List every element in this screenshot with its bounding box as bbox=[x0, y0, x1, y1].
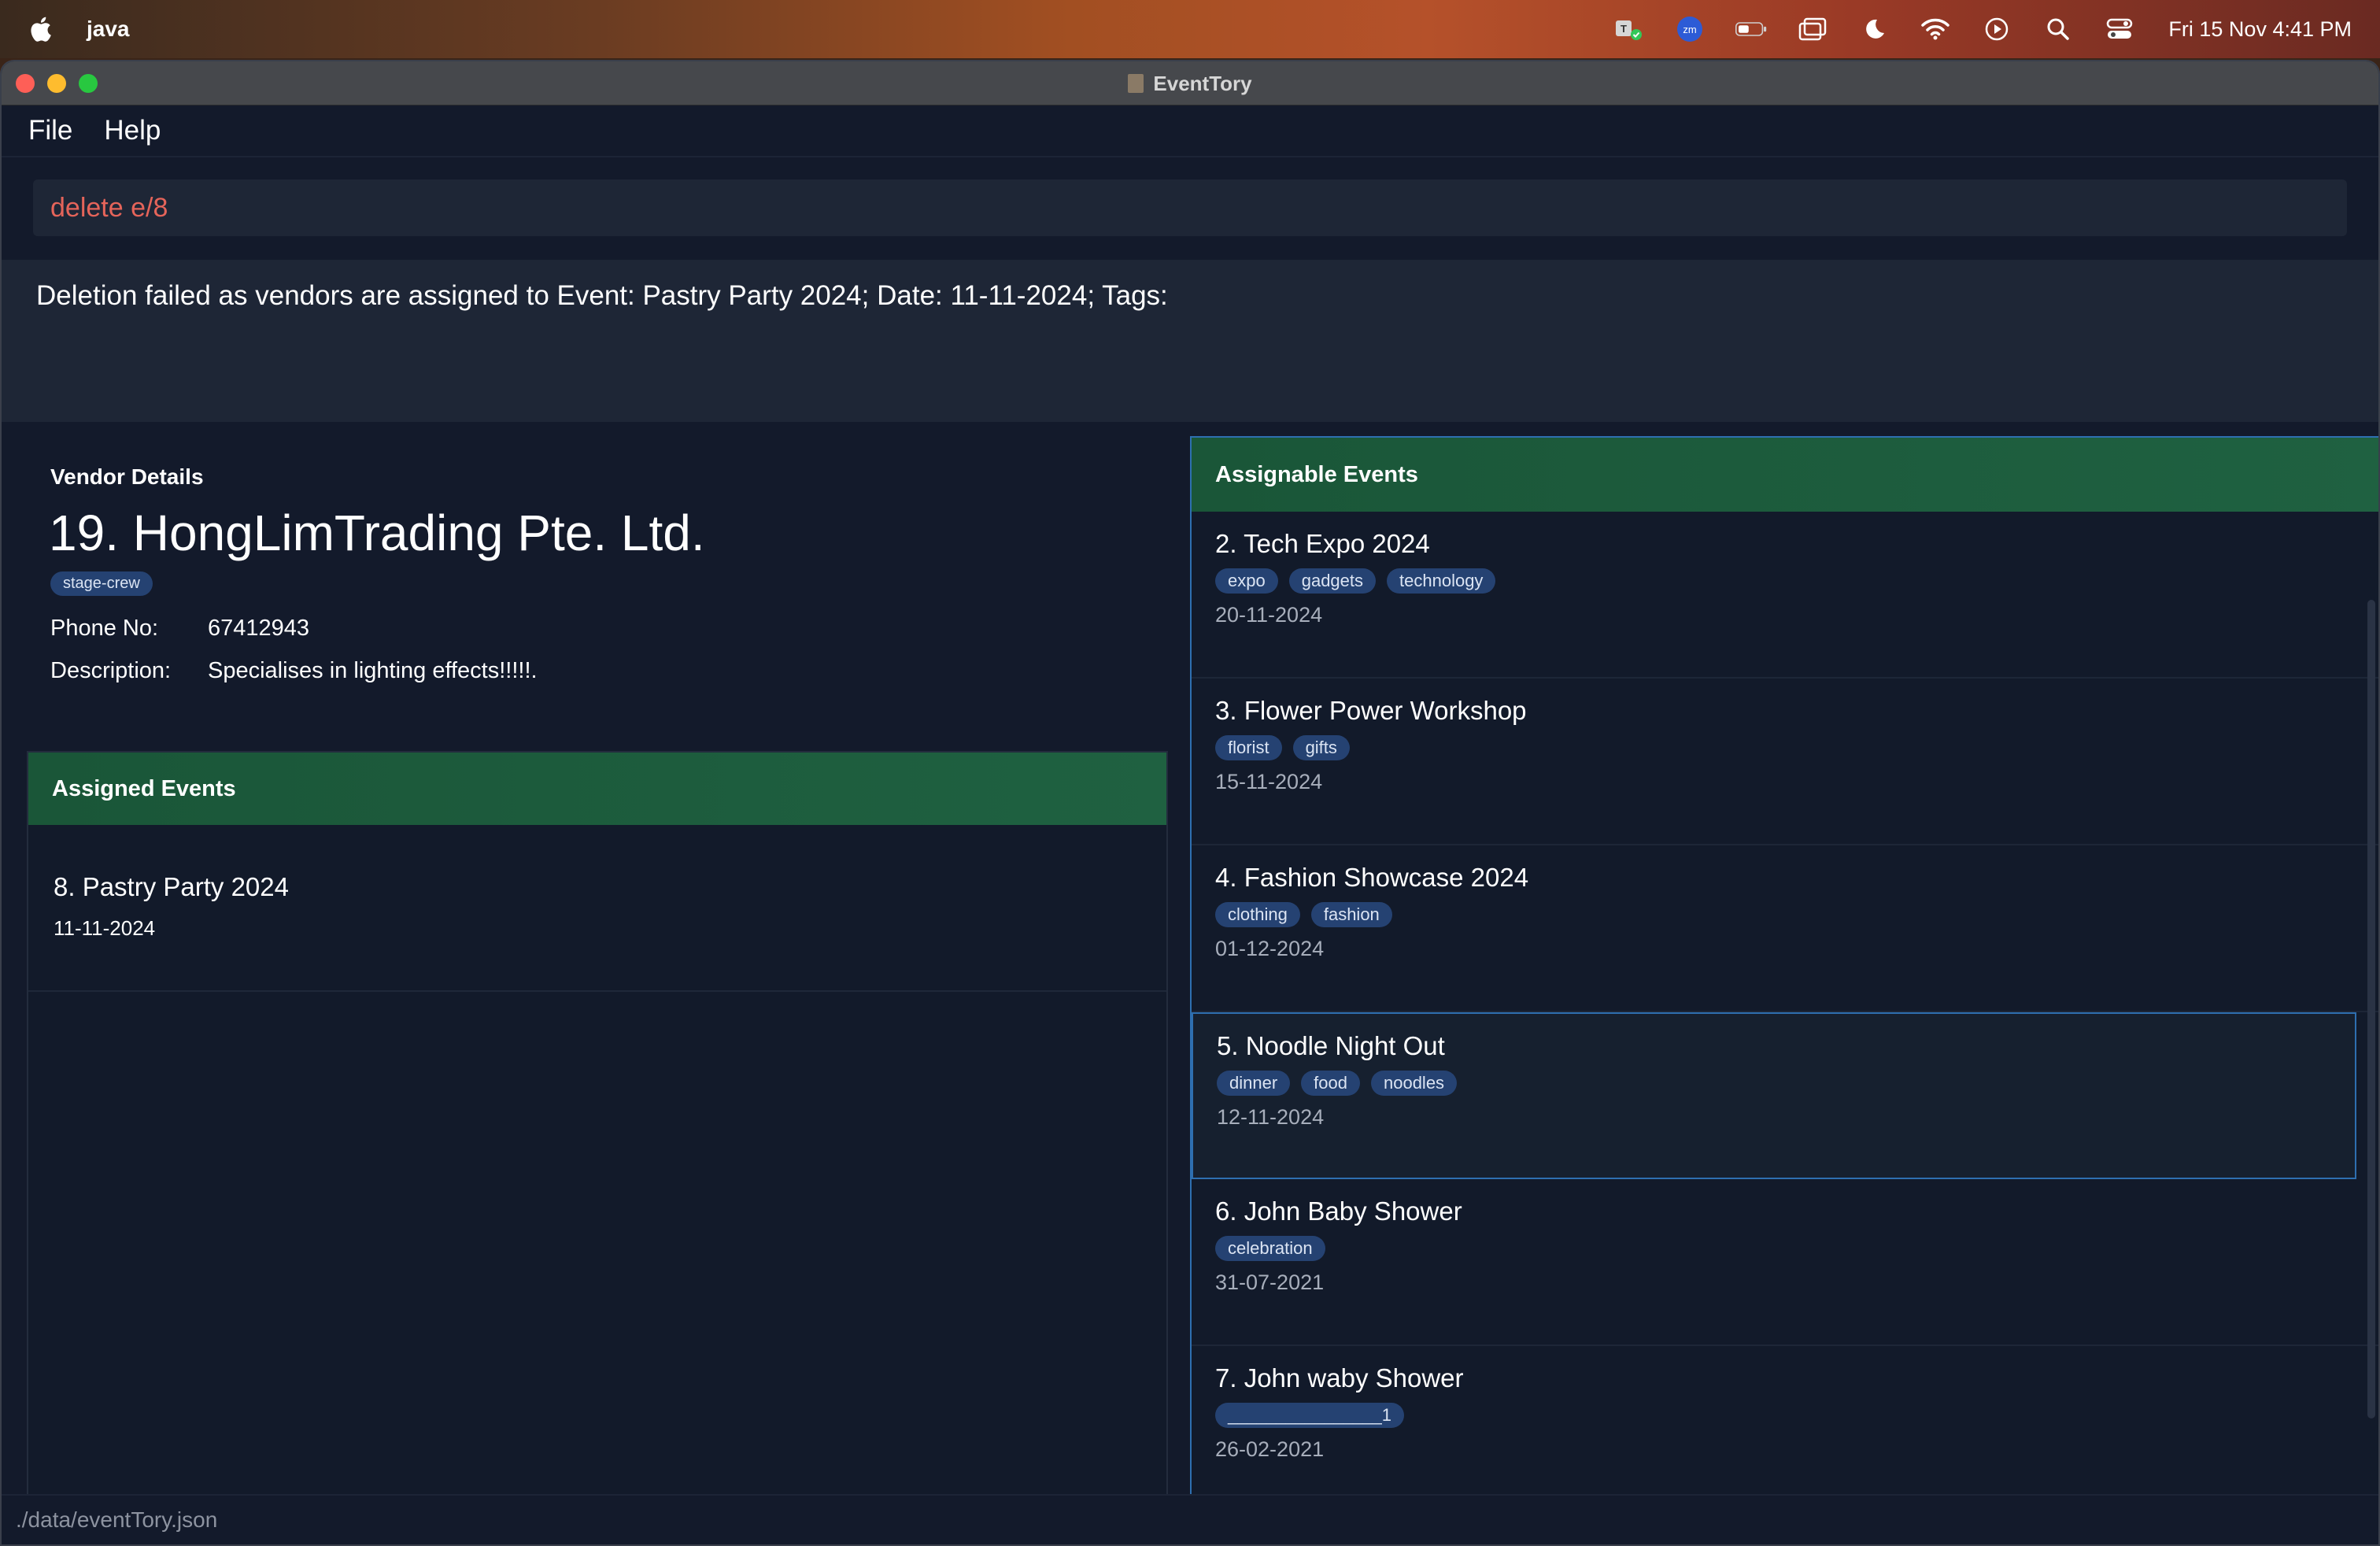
command-box[interactable] bbox=[33, 179, 2347, 236]
assigned-event-date: 11-11-2024 bbox=[54, 916, 156, 940]
assignable-events-panel: Assignable Events 2. Tech Expo 2024 expo g… bbox=[1190, 436, 2378, 1513]
assignable-event-title: 3. Flower Power Workshop bbox=[1215, 696, 1527, 725]
assignable-event-date: 26-02-2021 bbox=[1215, 1437, 1325, 1461]
assignable-event-title: 2. Tech Expo 2024 bbox=[1215, 529, 1430, 558]
event-tags: dinner food noodles bbox=[1217, 1071, 2355, 1096]
event-tag: technology bbox=[1387, 568, 1496, 594]
wifi-icon[interactable] bbox=[1920, 15, 1951, 43]
data-file-path: ./data/eventTory.json bbox=[16, 1507, 218, 1532]
minimize-window-button[interactable] bbox=[47, 73, 66, 93]
event-tags: clothing fashion bbox=[1215, 902, 2378, 927]
assignable-events-scrollbar[interactable] bbox=[2367, 600, 2375, 1418]
assigned-event-card[interactable]: 8. Pastry Party 2024 11-11-2024 bbox=[28, 825, 1166, 992]
assignable-events-header: Assignable Events bbox=[1192, 438, 2378, 512]
event-tag: gifts bbox=[1292, 735, 1350, 760]
assignable-event-date: 15-11-2024 bbox=[1215, 770, 1323, 793]
assignable-event-card[interactable]: 2. Tech Expo 2024 expo gadgets technology 20… bbox=[1192, 512, 2378, 679]
assignable-event-title: 6. John Baby Shower bbox=[1215, 1196, 1462, 1226]
zoom-window-button[interactable] bbox=[79, 73, 98, 93]
close-window-button[interactable] bbox=[16, 73, 35, 93]
event-tag: expo bbox=[1215, 568, 1278, 594]
focus-moon-icon[interactable] bbox=[1858, 15, 1890, 43]
description-value: Specialises in lighting effects!!!!!. bbox=[208, 658, 538, 683]
event-tag: noodles bbox=[1370, 1071, 1458, 1096]
traffic-lights bbox=[16, 73, 98, 93]
teams-icon[interactable]: T bbox=[1613, 15, 1644, 43]
app-window: EventTory File Help Deletion failed as v… bbox=[0, 60, 2380, 1546]
menu-help[interactable]: Help bbox=[104, 115, 161, 146]
assignable-event-title: 7. John waby Shower bbox=[1215, 1363, 1464, 1393]
assignable-events-list[interactable]: 2. Tech Expo 2024 expo gadgets technology 20… bbox=[1192, 512, 2378, 1513]
assignable-event-card[interactable]: 4. Fashion Showcase 2024 clothing fashion 0… bbox=[1192, 845, 2378, 1012]
control-center-icon[interactable] bbox=[2104, 15, 2135, 43]
assignable-event-date: 01-12-2024 bbox=[1215, 937, 1325, 960]
assignable-event-card[interactable]: 6. John Baby Shower celebration 31-07-2021 bbox=[1192, 1179, 2378, 1346]
play-icon[interactable] bbox=[1981, 15, 2012, 43]
event-tags: celebration bbox=[1215, 1236, 2378, 1261]
vendor-details-label: Vendor Details bbox=[50, 464, 204, 489]
vendor-tag: stage-crew bbox=[50, 571, 153, 596]
event-tag: florist bbox=[1215, 735, 1282, 760]
assignable-event-card[interactable]: 7. John waby Shower ________________1 26-0… bbox=[1192, 1346, 2378, 1513]
assignable-events-pane: Assignable Events 2. Tech Expo 2024 expo g… bbox=[1190, 436, 2378, 1513]
svg-text:T: T bbox=[1621, 23, 1627, 35]
event-tags: ________________1 bbox=[1215, 1403, 2378, 1428]
zoom-icon[interactable]: zm bbox=[1674, 15, 1706, 43]
vendor-description-row: Description: Specialises in lighting eff… bbox=[50, 658, 538, 684]
command-area bbox=[2, 157, 2378, 260]
assignable-event-card[interactable]: 3. Flower Power Workshop florist gifts 15-1… bbox=[1192, 679, 2378, 845]
window-titlebar[interactable]: EventTory bbox=[2, 61, 2378, 105]
main-panes: Vendor Details 19. HongLimTrading Pte. L… bbox=[2, 436, 2378, 1519]
menubar-clock[interactable]: Fri 15 Nov 4:41 PM bbox=[2168, 17, 2352, 42]
app-menu: File Help bbox=[2, 105, 2378, 157]
assigned-events-panel: Assigned Events 8. Pastry Party 2024 11-… bbox=[27, 751, 1168, 1519]
vendor-phone-row: Phone No: 67412943 bbox=[50, 616, 309, 642]
document-proxy-icon bbox=[1128, 74, 1144, 93]
event-tags: expo gadgets technology bbox=[1215, 568, 2378, 594]
assigned-event-title: 8. Pastry Party 2024 bbox=[54, 872, 289, 901]
event-tags: florist gifts bbox=[1215, 735, 2378, 760]
window-title: EventTory bbox=[2, 61, 2378, 105]
assignable-event-date: 20-11-2024 bbox=[1215, 603, 1323, 627]
assignable-event-date: 12-11-2024 bbox=[1217, 1105, 1325, 1129]
macos-menubar: java T zm Fri 15 Nov 4:41 PM bbox=[0, 0, 2380, 58]
assignable-event-card[interactable]: 5. Noodle Night Out dinner food noodles 12-1… bbox=[1192, 1012, 2356, 1179]
menu-file[interactable]: File bbox=[28, 115, 72, 146]
assigned-events-header: Assigned Events bbox=[28, 753, 1166, 825]
result-display: Deletion failed as vendors are assigned … bbox=[2, 260, 2378, 422]
event-tag: ________________1 bbox=[1215, 1403, 1405, 1428]
assignable-event-date: 31-07-2021 bbox=[1215, 1270, 1325, 1294]
phone-value: 67412943 bbox=[208, 616, 310, 641]
search-icon[interactable] bbox=[2042, 15, 2074, 43]
vendor-details-pane: Vendor Details 19. HongLimTrading Pte. L… bbox=[2, 436, 1190, 1519]
command-input[interactable] bbox=[50, 192, 2347, 224]
stage-manager-icon[interactable] bbox=[1797, 15, 1828, 43]
event-tag: food bbox=[1301, 1071, 1360, 1096]
status-bar: ./data/eventTory.json bbox=[2, 1494, 2378, 1544]
event-tag: dinner bbox=[1217, 1071, 1291, 1096]
apple-icon[interactable] bbox=[28, 15, 55, 43]
description-label: Description: bbox=[50, 658, 172, 683]
active-app-name[interactable]: java bbox=[87, 17, 130, 42]
assignable-event-title: 5. Noodle Night Out bbox=[1217, 1031, 1445, 1060]
battery-icon[interactable] bbox=[1735, 15, 1767, 43]
event-tag: celebration bbox=[1215, 1236, 1325, 1261]
result-message: Deletion failed as vendors are assigned … bbox=[36, 280, 1168, 311]
event-tag: gadgets bbox=[1288, 568, 1377, 594]
zoom-label: zm bbox=[1683, 24, 1697, 35]
window-title-text: EventTory bbox=[1153, 71, 1252, 95]
event-tag: fashion bbox=[1310, 902, 1392, 927]
phone-label: Phone No: bbox=[50, 616, 159, 641]
assignable-event-title: 4. Fashion Showcase 2024 bbox=[1215, 863, 1529, 892]
vendor-name: 19. HongLimTrading Pte. Ltd. bbox=[49, 505, 705, 561]
event-tag: clothing bbox=[1215, 902, 1300, 927]
